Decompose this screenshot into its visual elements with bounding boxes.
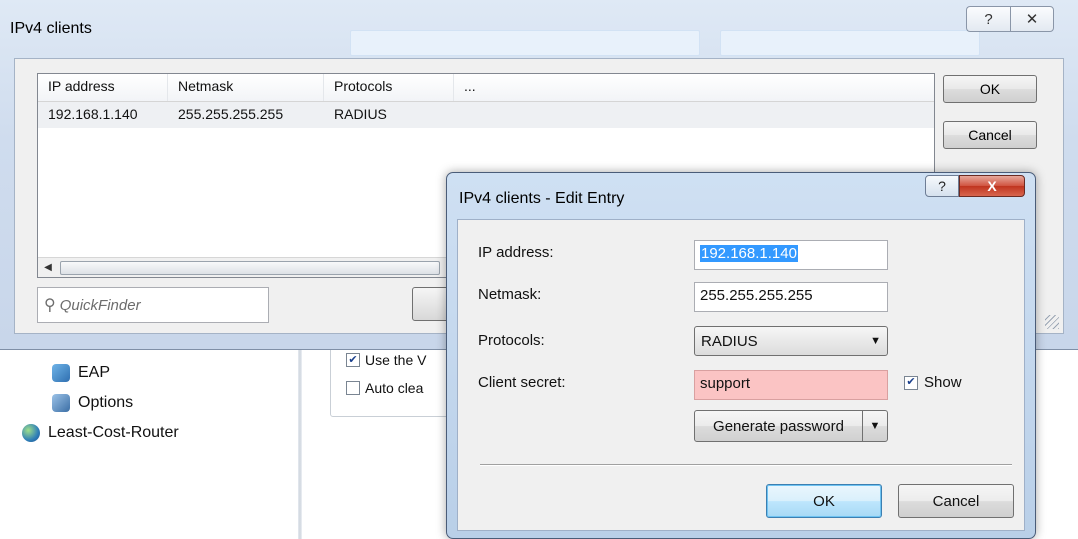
generate-password-label: Generate password bbox=[695, 411, 863, 441]
cell-protocols: RADIUS bbox=[334, 106, 387, 122]
ip-address-input[interactable]: 192.168.1.140 bbox=[694, 240, 888, 270]
tree-item-label: EAP bbox=[78, 364, 111, 381]
title-buttons: ? ✕ bbox=[966, 6, 1054, 32]
chevron-down-icon[interactable]: ▼ bbox=[863, 420, 887, 432]
background-checkbox[interactable]: ✔ Use the V bbox=[346, 352, 426, 368]
ok-button[interactable]: OK bbox=[943, 75, 1037, 103]
search-icon: ⚲ bbox=[44, 297, 56, 314]
scrollbar-thumb[interactable] bbox=[60, 260, 440, 275]
checkbox-label: Use the V bbox=[365, 352, 427, 368]
router-globe-icon bbox=[22, 424, 40, 442]
cancel-button[interactable]: Cancel bbox=[898, 484, 1014, 518]
cell-netmask: 255.255.255.255 bbox=[178, 106, 284, 122]
quickfinder-input[interactable]: ⚲ QuickFinder bbox=[37, 287, 269, 323]
close-icon: X bbox=[987, 178, 997, 194]
dialog-title: IPv4 clients - Edit Entry bbox=[459, 190, 625, 207]
column-header-netmask[interactable]: Netmask bbox=[168, 74, 324, 101]
protocols-value: RADIUS bbox=[701, 332, 758, 350]
generate-password-button[interactable]: Generate password ▼ bbox=[694, 410, 888, 442]
dialog-body: IP address: 192.168.1.140 Netmask: 255.2… bbox=[457, 219, 1025, 531]
resize-grip-icon[interactable] bbox=[1045, 315, 1059, 329]
netmask-input[interactable]: 255.255.255.255 bbox=[694, 282, 888, 312]
close-button[interactable]: X bbox=[959, 175, 1025, 197]
checkbox-box bbox=[346, 381, 360, 395]
show-label: Show bbox=[924, 374, 962, 391]
column-header-ip[interactable]: IP address bbox=[38, 74, 168, 101]
background-checkbox[interactable]: Auto clea bbox=[346, 380, 423, 396]
separator bbox=[480, 464, 1012, 466]
close-icon: ✕ bbox=[1025, 11, 1039, 28]
client-secret-input[interactable]: support bbox=[694, 370, 888, 400]
options-icon bbox=[52, 394, 70, 412]
help-button[interactable]: ? bbox=[925, 175, 959, 197]
close-button[interactable]: ✕ bbox=[1010, 6, 1054, 32]
table-row[interactable]: 192.168.1.140 255.255.255.255 RADIUS bbox=[38, 102, 934, 128]
quickfinder-placeholder: QuickFinder bbox=[59, 296, 141, 314]
cell-ip: 192.168.1.140 bbox=[48, 106, 138, 122]
protocols-label: Protocols: bbox=[478, 332, 545, 349]
background-tab-blur bbox=[350, 30, 700, 56]
ok-button[interactable]: OK bbox=[766, 484, 882, 518]
table-header: IP address Netmask Protocols ... bbox=[38, 74, 934, 102]
cancel-button[interactable]: Cancel bbox=[943, 121, 1037, 149]
tree-item-eap[interactable]: EAP bbox=[52, 364, 110, 382]
show-secret-checkbox[interactable]: ✔ Show bbox=[904, 374, 962, 391]
column-header-protocols[interactable]: Protocols bbox=[324, 74, 454, 101]
client-secret-label: Client secret: bbox=[478, 374, 566, 391]
eap-icon bbox=[52, 364, 70, 382]
background-tab-blur bbox=[720, 30, 980, 56]
checkbox-label: Auto clea bbox=[365, 380, 424, 396]
dialog-title: IPv4 clients bbox=[10, 20, 92, 37]
column-header-more[interactable]: ... bbox=[454, 74, 934, 101]
chevron-down-icon: ▼ bbox=[870, 335, 881, 347]
tree-item-label: Least-Cost-Router bbox=[48, 424, 179, 441]
netmask-label: Netmask: bbox=[478, 286, 542, 303]
checkbox-box: ✔ bbox=[346, 353, 360, 367]
tree-item-options[interactable]: Options bbox=[52, 394, 133, 412]
ip-address-label: IP address: bbox=[478, 244, 554, 261]
edit-entry-dialog: IPv4 clients - Edit Entry ? X IP address… bbox=[446, 172, 1036, 539]
cell-more bbox=[454, 102, 934, 128]
help-button[interactable]: ? bbox=[966, 6, 1010, 32]
help-icon: ? bbox=[938, 178, 946, 194]
tree-item-label: Options bbox=[78, 394, 134, 411]
ip-address-value: 192.168.1.140 bbox=[700, 245, 798, 262]
protocols-select[interactable]: RADIUS ▼ bbox=[694, 326, 888, 356]
scroll-left-icon[interactable]: ◀ bbox=[38, 259, 58, 277]
help-icon: ? bbox=[984, 10, 993, 28]
checkbox-box: ✔ bbox=[904, 375, 918, 390]
tree-item-least-cost-router[interactable]: Least-Cost-Router bbox=[22, 424, 179, 442]
